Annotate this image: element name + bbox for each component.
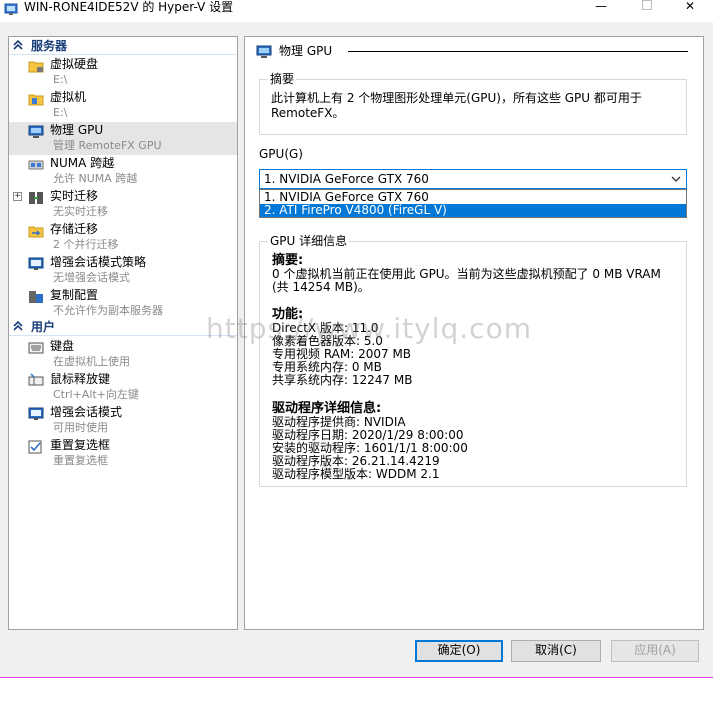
header-divider: [348, 51, 688, 52]
tree-item-label: NUMA 跨越: [50, 156, 115, 170]
summary-legend: 摘要: [268, 72, 297, 86]
gpu-dropdown-list[interactable]: 1. NVIDIA GeForce GTX 760 2. ATI FirePro…: [259, 189, 687, 218]
tree-item-keyboard[interactable]: 键盘 在虚拟机上使用: [9, 338, 237, 371]
gpu-select-value: 1. NVIDIA GeForce GTX 760: [264, 172, 429, 186]
tree-item-session-policy[interactable]: 增强会话模式策略 无增强会话模式: [9, 254, 237, 287]
watermark-text: https://www.itylq.com: [206, 312, 532, 345]
close-button[interactable]: ✕: [667, 0, 713, 22]
tree-item-value: 在虚拟机上使用: [53, 355, 130, 368]
tree-item-value: 无实时迁移: [53, 205, 108, 218]
cancel-button[interactable]: 取消(C): [511, 640, 601, 662]
minimize-button[interactable]: —: [578, 0, 624, 22]
gpu-option-highlighted[interactable]: 2. ATI FirePro V4800 (FireGL V): [260, 204, 686, 217]
tree-item-label: 重置复选框: [50, 438, 111, 452]
tree-item-label: 增强会话模式策略: [50, 255, 147, 269]
reset-checkbox-icon: [28, 440, 42, 454]
replication-icon: [29, 291, 43, 303]
tree-item-value: E:\: [53, 73, 68, 86]
tree-item-storage-migration[interactable]: 存储迁移 2 个并行迁移: [9, 221, 237, 254]
driver-heading: 驱动程序详细信息:: [272, 401, 382, 416]
tree-item-value: 管理 RemoteFX GPU: [53, 139, 162, 152]
expand-icon[interactable]: +: [13, 192, 22, 201]
session-icon: [28, 407, 44, 420]
maximize-icon: [642, 0, 652, 10]
tree-item-mouse-release[interactable]: 鼠标释放键 Ctrl+Alt+向左键: [9, 371, 237, 404]
tree-item-value: E:\: [53, 106, 68, 119]
tree-item-live-migration[interactable]: + 实时迁移 无实时迁移: [9, 188, 237, 221]
settings-tree[interactable]: 服务器 虚拟硬盘 E:\ 虚拟机 E:\ 物理 GPU 管理 RemoteFX …: [8, 36, 238, 630]
panel-title: 物理 GPU: [279, 44, 333, 58]
dialog-body: 服务器 虚拟硬盘 E:\ 虚拟机 E:\ 物理 GPU 管理 RemoteFX …: [0, 22, 713, 677]
category-label: 用户: [31, 320, 56, 334]
close-icon: ✕: [684, 0, 696, 13]
vm-file-icon: [28, 94, 44, 106]
numa-icon: [28, 160, 44, 170]
feature-shared-system-memory: 共享系统内存: 12247 MB: [272, 373, 413, 387]
folder-disk-icon: [28, 61, 44, 73]
minimize-icon: —: [595, 0, 607, 13]
tree-item-replication[interactable]: 复制配置 不允许作为副本服务器: [9, 287, 237, 320]
tree-item-label: 实时迁移: [50, 189, 99, 203]
tree-item-value: 允许 NUMA 跨越: [53, 172, 138, 185]
tree-item-value: 无增强会话模式: [53, 271, 130, 284]
category-server[interactable]: 服务器: [9, 39, 237, 55]
tree-item-label: 虚拟硬盘: [50, 57, 99, 71]
tree-item-virtual-machine[interactable]: 虚拟机 E:\: [9, 89, 237, 122]
maximize-button: [624, 0, 670, 22]
window-title: WIN-RONE4IDE52V 的 Hyper-V 设置: [24, 0, 234, 14]
details-summary-heading: 摘要:: [272, 253, 304, 268]
gpu-details-group: GPU 详细信息 摘要: 0 个虚拟机当前正在使用此 GPU。当前为这些虚拟机预…: [259, 234, 687, 487]
bottom-border: [0, 677, 713, 678]
collapse-chevron-icon[interactable]: [13, 321, 23, 331]
tree-item-value: 不允许作为副本服务器: [53, 304, 163, 317]
gpu-monitor-icon: [256, 45, 272, 58]
session-policy-icon: [28, 257, 44, 270]
category-user[interactable]: 用户: [9, 320, 237, 336]
tree-item-reset-checkbox[interactable]: 重置复选框 重置复选框: [9, 437, 237, 470]
tree-item-label: 物理 GPU: [50, 123, 104, 137]
tree-item-virtual-disk[interactable]: 虚拟硬盘 E:\: [9, 56, 237, 89]
tree-item-physical-gpu[interactable]: 物理 GPU 管理 RemoteFX GPU: [9, 122, 237, 155]
category-label: 服务器: [31, 39, 68, 53]
tree-item-label: 复制配置: [50, 288, 99, 302]
ok-button[interactable]: 确定(O): [415, 640, 503, 662]
tree-item-value: Ctrl+Alt+向左键: [53, 388, 139, 401]
tree-item-value: 可用时使用: [53, 421, 108, 434]
details-legend: GPU 详细信息: [268, 234, 350, 248]
summary-group: 摘要 此计算机上有 2 个物理图形处理单元(GPU)，所有这些 GPU 都可用于…: [259, 72, 687, 135]
apply-button: 应用(A): [611, 640, 699, 662]
tree-item-label: 增强会话模式: [50, 405, 123, 419]
storage-migration-icon: [28, 226, 44, 238]
tree-item-label: 鼠标释放键: [50, 372, 111, 386]
tree-item-label: 存储迁移: [50, 222, 99, 236]
gpu-select-label: GPU(G): [259, 147, 303, 161]
tree-item-label: 键盘: [50, 339, 75, 353]
gpu-monitor-icon: [28, 125, 44, 138]
summary-text: 此计算机上有 2 个物理图形处理单元(GPU)，所有这些 GPU 都可用于 Re…: [271, 91, 642, 120]
panel-header: 物理 GPU: [256, 44, 688, 60]
keyboard-icon: [28, 342, 44, 354]
tree-item-value: 重置复选框: [53, 454, 108, 467]
collapse-chevron-icon[interactable]: [13, 40, 23, 50]
tree-item-value: 2 个并行迁移: [53, 238, 119, 251]
tree-item-session-mode[interactable]: 增强会话模式 可用时使用: [9, 404, 237, 437]
details-summary-text: 0 个虚拟机当前正在使用此 GPU。当前为这些虚拟机预配了 0 MB VRAM …: [272, 267, 661, 294]
hyperv-settings-icon: [4, 3, 18, 15]
driver-model-version: 驱动程序模型版本: WDDM 2.1: [272, 467, 440, 481]
tree-item-numa[interactable]: NUMA 跨越 允许 NUMA 跨越: [9, 155, 237, 188]
mouse-icon: [28, 373, 44, 386]
live-migration-icon: [29, 192, 43, 204]
chevron-down-icon[interactable]: [671, 174, 681, 184]
tree-item-label: 虚拟机: [50, 90, 87, 104]
title-bar: WIN-RONE4IDE52V 的 Hyper-V 设置 — ✕: [0, 0, 713, 22]
gpu-select[interactable]: 1. NVIDIA GeForce GTX 760: [259, 169, 687, 189]
